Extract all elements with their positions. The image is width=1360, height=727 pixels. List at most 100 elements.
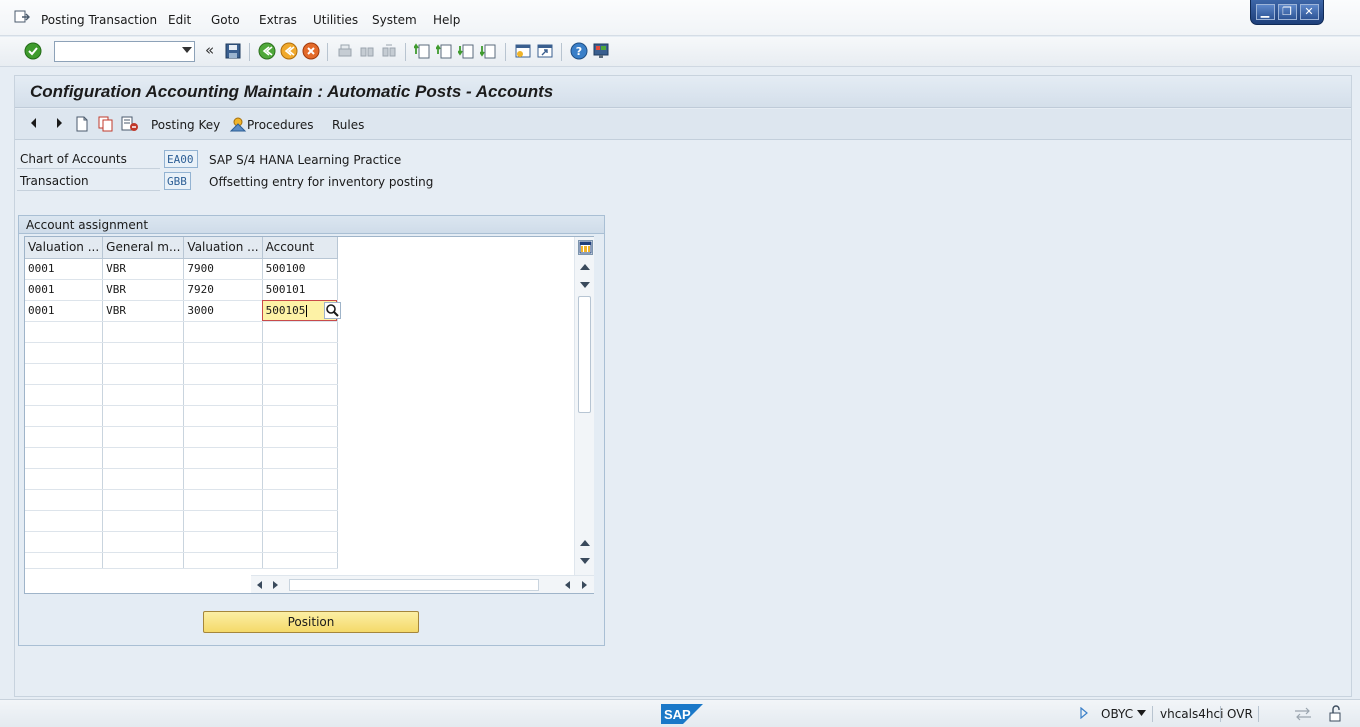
- menu-posting-transaction[interactable]: Posting Transaction: [41, 13, 157, 27]
- empty-cell[interactable]: [183, 405, 263, 427]
- menu-system[interactable]: System: [372, 13, 417, 27]
- empty-cell[interactable]: [102, 321, 185, 343]
- generate-shortcut-icon[interactable]: [536, 42, 554, 60]
- empty-cell[interactable]: [262, 468, 338, 490]
- command-field[interactable]: [54, 41, 195, 62]
- column-header-valuation-class[interactable]: Valuation ...: [183, 237, 263, 259]
- cell-valuation-modifier[interactable]: 0001: [25, 279, 104, 301]
- previous-page-icon[interactable]: [436, 42, 454, 60]
- scroll-right-end-icon[interactable]: [582, 581, 587, 589]
- posting-key-button[interactable]: Posting Key: [151, 118, 220, 132]
- empty-cell[interactable]: [102, 405, 185, 427]
- save-icon[interactable]: [224, 42, 242, 60]
- new-entries-icon[interactable]: [75, 116, 89, 132]
- empty-cell[interactable]: [183, 531, 263, 553]
- column-header-general-modifier[interactable]: General m...: [102, 237, 185, 259]
- empty-cell[interactable]: [25, 447, 104, 469]
- scroll-down-icon[interactable]: [580, 282, 590, 288]
- empty-cell[interactable]: [25, 342, 104, 364]
- find-next-icon[interactable]: [380, 42, 398, 60]
- empty-cell[interactable]: [262, 510, 338, 532]
- empty-cell[interactable]: [25, 363, 104, 385]
- cancel-icon[interactable]: [302, 42, 320, 60]
- cell-account[interactable]: 500101: [262, 279, 338, 301]
- back-icon[interactable]: [258, 42, 276, 60]
- empty-cell[interactable]: [25, 321, 104, 343]
- collapse-command-icon[interactable]: «: [205, 41, 214, 59]
- empty-cell[interactable]: [183, 447, 263, 469]
- menu-extras[interactable]: Extras: [259, 13, 297, 27]
- empty-cell[interactable]: [262, 447, 338, 469]
- empty-cell[interactable]: [102, 552, 185, 569]
- customize-layout-icon[interactable]: [592, 42, 610, 60]
- empty-cell[interactable]: [183, 489, 263, 511]
- empty-cell[interactable]: [102, 342, 185, 364]
- empty-cell[interactable]: [183, 426, 263, 448]
- cell-valuation-modifier[interactable]: 0001: [25, 300, 104, 322]
- menu-edit[interactable]: Edit: [168, 13, 191, 27]
- empty-cell[interactable]: [262, 552, 338, 569]
- next-entry-icon[interactable]: [54, 116, 64, 130]
- last-page-icon[interactable]: [480, 42, 498, 60]
- column-header-account[interactable]: Account: [262, 237, 338, 259]
- find-icon[interactable]: [358, 42, 376, 60]
- cell-account[interactable]: 500100: [262, 258, 338, 280]
- empty-cell[interactable]: [183, 321, 263, 343]
- scroll-right-icon[interactable]: [273, 581, 278, 589]
- scroll-left-icon[interactable]: [257, 581, 262, 589]
- empty-cell[interactable]: [183, 363, 263, 385]
- minimize-button[interactable]: ▁: [1255, 4, 1275, 20]
- position-button[interactable]: Position: [203, 611, 419, 633]
- empty-cell[interactable]: [25, 468, 104, 490]
- empty-cell[interactable]: [183, 552, 263, 569]
- first-page-icon[interactable]: [414, 42, 432, 60]
- command-dropdown-icon[interactable]: [182, 47, 192, 53]
- menu-icon[interactable]: [14, 10, 30, 24]
- empty-cell[interactable]: [25, 384, 104, 406]
- scroll-up-icon[interactable]: [580, 264, 590, 270]
- restore-button[interactable]: ❐: [1277, 4, 1297, 20]
- menu-goto[interactable]: Goto: [211, 13, 240, 27]
- create-session-icon[interactable]: [514, 42, 532, 60]
- menu-help[interactable]: Help: [433, 13, 460, 27]
- empty-cell[interactable]: [183, 510, 263, 532]
- status-expand-icon[interactable]: [1080, 707, 1088, 719]
- empty-cell[interactable]: [262, 426, 338, 448]
- next-page-icon[interactable]: [458, 42, 476, 60]
- status-input-mode[interactable]: OVR: [1227, 707, 1253, 721]
- delete-icon[interactable]: [121, 116, 139, 132]
- cell-valuation-modifier[interactable]: 0001: [25, 258, 104, 280]
- empty-cell[interactable]: [183, 384, 263, 406]
- cell-valuation-class[interactable]: 7920: [183, 279, 263, 301]
- column-header-valuation-modifier[interactable]: Valuation ...: [25, 237, 104, 259]
- procedures-icon[interactable]: [229, 115, 247, 133]
- chart-of-accounts-field[interactable]: EA00: [164, 150, 198, 168]
- empty-cell[interactable]: [25, 405, 104, 427]
- procedures-button[interactable]: Procedures: [247, 118, 314, 132]
- cell-valuation-class[interactable]: 7900: [183, 258, 263, 280]
- empty-cell[interactable]: [25, 510, 104, 532]
- empty-cell[interactable]: [25, 552, 104, 569]
- empty-cell[interactable]: [183, 342, 263, 364]
- empty-cell[interactable]: [25, 531, 104, 553]
- transaction-field[interactable]: GBB: [164, 172, 191, 190]
- empty-cell[interactable]: [25, 489, 104, 511]
- scroll-left-end-icon[interactable]: [565, 581, 570, 589]
- vertical-scrollbar[interactable]: [574, 237, 594, 575]
- empty-cell[interactable]: [262, 321, 338, 343]
- copy-as-icon[interactable]: [98, 116, 114, 132]
- empty-cell[interactable]: [262, 489, 338, 511]
- empty-cell[interactable]: [262, 531, 338, 553]
- status-dropdown-icon[interactable]: [1137, 710, 1146, 716]
- empty-cell[interactable]: [262, 342, 338, 364]
- help-icon[interactable]: ?: [570, 42, 588, 60]
- cell-valuation-class[interactable]: 3000: [183, 300, 263, 322]
- command-input[interactable]: [55, 42, 175, 61]
- empty-cell[interactable]: [262, 405, 338, 427]
- empty-cell[interactable]: [102, 510, 185, 532]
- empty-cell[interactable]: [102, 447, 185, 469]
- empty-cell[interactable]: [102, 468, 185, 490]
- cell-general-modifier[interactable]: VBR: [102, 300, 185, 322]
- cell-general-modifier[interactable]: VBR: [102, 258, 185, 280]
- empty-cell[interactable]: [262, 363, 338, 385]
